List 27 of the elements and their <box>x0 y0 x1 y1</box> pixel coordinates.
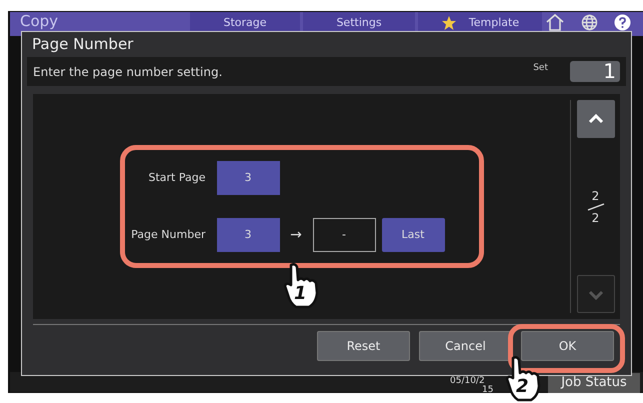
arrow-text: → <box>289 226 303 244</box>
dialog-button[interactable]: OK <box>521 331 614 361</box>
scroll-up-button[interactable] <box>576 100 614 138</box>
time-text: 15 <box>482 386 494 395</box>
value-field[interactable]: 3 <box>216 161 280 195</box>
page-current: 2 <box>592 188 600 202</box>
dialog-button[interactable]: Reset <box>317 331 410 361</box>
app-title: Copy <box>20 12 58 30</box>
fraction-slash-icon <box>586 202 604 210</box>
callout-number: 2 <box>516 378 529 396</box>
instruction-text: Enter the page number setting. <box>33 64 224 80</box>
value-field[interactable]: 3 <box>216 218 280 252</box>
date-text: 05/10/2 <box>450 377 485 386</box>
set-count-field: 1 <box>570 61 620 82</box>
value-field[interactable]: - <box>312 218 376 252</box>
dialog-button[interactable]: Cancel <box>419 331 512 361</box>
last-page-button[interactable]: Last <box>382 218 444 252</box>
star-icon <box>440 15 457 31</box>
callout-number: 1 <box>294 285 307 303</box>
page-total: 2 <box>592 210 600 224</box>
field-label: Page Number <box>130 226 206 243</box>
help-icon[interactable] <box>614 14 631 31</box>
home-icon[interactable] <box>545 13 565 31</box>
dialog-title: Page Number <box>31 34 134 55</box>
globe-icon[interactable] <box>581 14 598 31</box>
set-label: Set <box>533 62 548 75</box>
field-label: Start Page <box>148 170 206 186</box>
